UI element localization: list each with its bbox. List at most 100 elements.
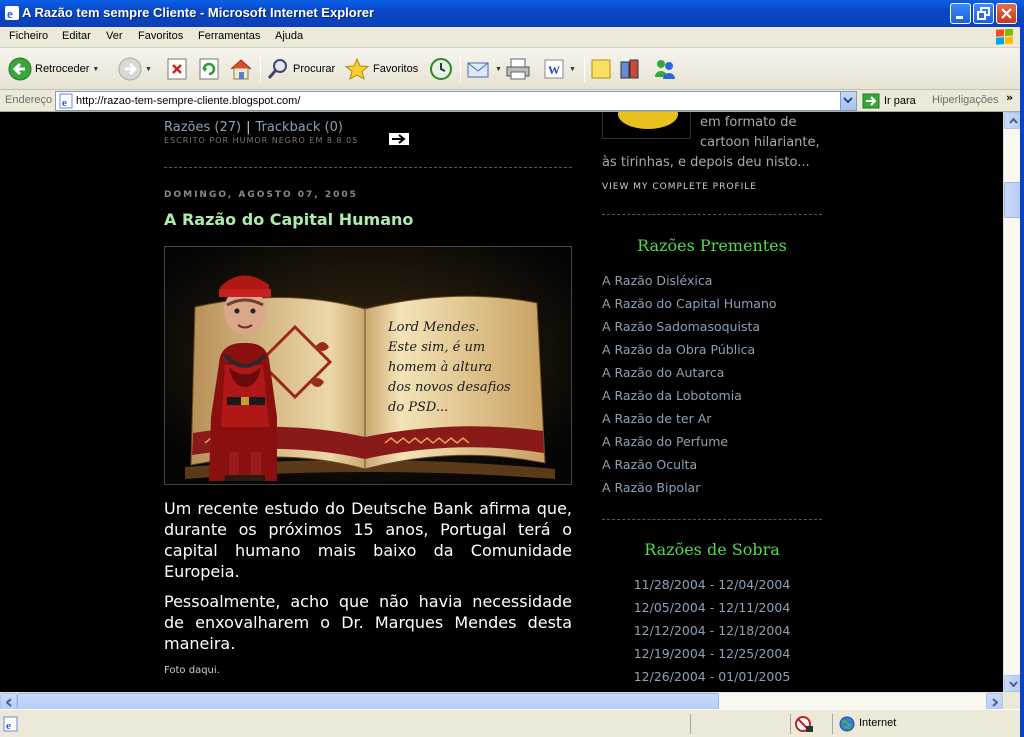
post-image[interactable]: Lord Mendes. Este sim, é um homem à altu… — [164, 246, 572, 485]
research-button[interactable] — [618, 55, 642, 83]
scroll-up-button[interactable] — [1004, 112, 1021, 129]
scroll-right-button[interactable] — [986, 693, 1003, 710]
scroll-left-button[interactable] — [0, 693, 17, 710]
refresh-icon — [199, 58, 219, 80]
mail-dropdown-icon[interactable]: ▼ — [495, 66, 502, 73]
menu-favoritos[interactable]: Favoritos — [138, 30, 183, 42]
back-button[interactable]: Retroceder ▼ — [8, 55, 99, 83]
popup-blocked-icon[interactable] — [794, 715, 814, 733]
recent-post-link[interactable]: A Razão Sadomasoquista — [602, 319, 760, 334]
archive-link[interactable]: 12/26/2004 - 01/01/2005 — [602, 669, 822, 684]
close-icon — [1001, 8, 1012, 19]
horizontal-scrollbar[interactable] — [0, 692, 1003, 710]
recent-post-link[interactable]: A Razão do Autarca — [602, 365, 724, 380]
go-arrow-icon — [862, 93, 880, 109]
recent-post-link[interactable]: A Razão da Lobotomia — [602, 388, 742, 403]
menu-ficheiro[interactable]: Ficheiro — [9, 30, 48, 42]
page-status-icon: e — [3, 716, 18, 732]
address-input[interactable]: e http://razao-tem-sempre-cliente.blogsp… — [55, 91, 857, 111]
recent-post-link[interactable]: A Razão Bipolar — [602, 480, 700, 495]
caption-line-4: dos novos desafios — [388, 380, 511, 395]
edit-button[interactable]: W ▼ — [542, 55, 576, 83]
menu-bar: Ficheiro Editar Ver Favoritos Ferramenta… — [0, 27, 1024, 48]
post-title[interactable]: A Razão do Capital Humano — [164, 210, 413, 229]
recent-post-link[interactable]: A Razão Disléxica — [602, 273, 712, 288]
star-icon — [344, 57, 370, 81]
messenger-button[interactable] — [652, 55, 678, 83]
restore-button[interactable] — [973, 3, 994, 24]
history-button[interactable] — [428, 55, 454, 83]
links-label[interactable]: Hiperligações — [932, 94, 999, 106]
mail-button[interactable]: ▼ — [466, 55, 502, 83]
window-title: A Razão tem sempre Cliente - Microsoft I… — [22, 5, 375, 20]
archive-link[interactable]: 12/12/2004 - 12/18/2004 — [602, 623, 822, 638]
comments-link[interactable]: Razões (27) — [164, 120, 241, 135]
foto-link[interactable]: Foto daqui. — [164, 665, 220, 676]
favorites-button[interactable]: Favoritos — [344, 55, 418, 83]
page-icon: e — [59, 93, 73, 109]
windows-logo-icon — [996, 29, 1013, 45]
forward-button[interactable]: ▼ — [118, 55, 152, 83]
profile-avatar-icon — [618, 112, 678, 129]
forward-dropdown-icon[interactable]: ▼ — [145, 66, 152, 73]
print-button[interactable] — [504, 55, 532, 83]
svg-text:e: e — [62, 97, 67, 109]
vertical-scroll-thumb[interactable] — [1004, 182, 1021, 218]
profile-text-line-1: em formato de — [700, 115, 797, 130]
menu-editar[interactable]: Editar — [62, 30, 91, 42]
forward-arrow-icon — [118, 57, 142, 81]
chevron-up-icon — [1009, 118, 1018, 124]
post-byline: ESCRITO POR HUMOR NEGRO EM 8.8.05 — [164, 136, 359, 145]
vertical-scrollbar[interactable] — [1003, 112, 1021, 692]
window-title-bar[interactable]: e A Razão tem sempre Cliente - Microsoft… — [0, 0, 1024, 27]
back-arrow-icon — [8, 57, 32, 81]
cartoon-book-illustration: Lord Mendes. Este sim, é um homem à altu… — [165, 247, 571, 484]
address-dropdown-button[interactable] — [840, 92, 856, 110]
horizontal-scroll-thumb[interactable] — [17, 693, 719, 710]
menu-ver[interactable]: Ver — [106, 30, 123, 42]
back-dropdown-icon[interactable]: ▼ — [92, 66, 99, 73]
archives-title: Razões de Sobra — [644, 540, 780, 559]
stop-button[interactable] — [166, 55, 188, 83]
trackback-link[interactable]: Trackback (0) — [255, 120, 342, 135]
email-post-icon[interactable] — [389, 133, 409, 145]
recent-post-link[interactable]: A Razão Oculta — [602, 457, 697, 472]
archive-link[interactable]: 12/19/2004 - 12/25/2004 — [602, 646, 822, 661]
scroll-down-button[interactable] — [1004, 675, 1021, 692]
search-button[interactable]: Procurar — [266, 55, 335, 83]
edit-dropdown-icon[interactable]: ▼ — [569, 66, 576, 73]
status-bar: e Internet — [0, 709, 1024, 737]
go-button[interactable]: Ir para — [862, 92, 916, 110]
profile-photo[interactable] — [602, 112, 691, 139]
sidebar-divider — [602, 214, 822, 215]
home-button[interactable] — [228, 55, 254, 83]
close-button[interactable] — [996, 3, 1017, 24]
archive-link[interactable]: 11/28/2004 - 12/04/2004 — [602, 577, 822, 592]
sidebar-divider — [602, 519, 822, 520]
messenger-icon — [655, 60, 675, 79]
note-icon — [591, 59, 611, 79]
refresh-button[interactable] — [198, 55, 220, 83]
status-cell — [690, 714, 790, 734]
minimize-button[interactable] — [950, 3, 971, 24]
recent-post-link[interactable]: A Razão de ter Ar — [602, 411, 711, 426]
word-document-icon: W — [544, 59, 564, 79]
menu-ajuda[interactable]: Ajuda — [275, 30, 303, 42]
view-profile-link[interactable]: VIEW MY COMPLETE PROFILE — [602, 182, 757, 192]
menu-ferramentas[interactable]: Ferramentas — [198, 30, 260, 42]
standard-toolbar: Retroceder ▼ ▼ Procurar Favoritos ▼ W ▼ — [0, 48, 1024, 90]
profile-text-line-3: às tirinhas, e depois deu nisto... — [602, 155, 810, 170]
stop-icon — [167, 58, 187, 80]
archive-link[interactable]: 12/05/2004 - 12/11/2004 — [602, 600, 822, 615]
profile-text-line-2: cartoon hilariante, — [700, 135, 820, 150]
svg-text:W: W — [548, 63, 560, 77]
caption-line-3: homem à altura — [388, 360, 492, 375]
chevron-right-icon[interactable]: » — [1006, 91, 1013, 104]
recent-post-link[interactable]: A Razão do Capital Humano — [602, 296, 777, 311]
discuss-button[interactable] — [590, 55, 612, 83]
back-label: Retroceder — [35, 63, 90, 75]
globe-icon — [839, 716, 855, 732]
recent-post-link[interactable]: A Razão do Perfume — [602, 434, 728, 449]
restore-icon — [977, 7, 990, 20]
recent-post-link[interactable]: A Razão da Obra Pública — [602, 342, 755, 357]
